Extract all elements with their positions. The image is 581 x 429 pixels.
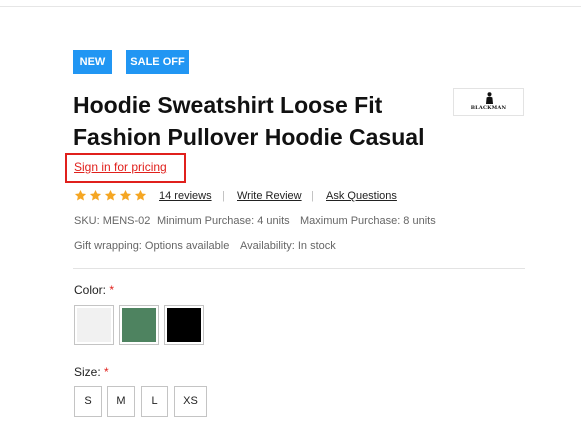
star-icon xyxy=(104,189,117,202)
color-label-text: Color: xyxy=(74,283,107,297)
brand-figure-icon xyxy=(486,92,493,104)
availability-text: Availability: In stock xyxy=(240,240,336,252)
ask-questions-link[interactable]: Ask Questions xyxy=(326,190,397,202)
product-title: Hoodie Sweatshirt Loose Fit Fashion Pull… xyxy=(73,92,425,150)
reviews-link[interactable]: 14 reviews xyxy=(159,190,212,202)
required-marker: * xyxy=(104,365,109,379)
min-purchase-text: Minimum Purchase: 4 units xyxy=(157,215,290,227)
color-swatch-white[interactable] xyxy=(74,305,114,345)
star-icon xyxy=(74,189,87,202)
gift-wrapping-text: Gift wrapping: Options available xyxy=(74,240,230,252)
header-divider xyxy=(0,6,581,7)
color-option-label: Color: * xyxy=(74,283,114,297)
brand-logo[interactable]: BLACKMAN xyxy=(453,88,524,116)
required-marker: * xyxy=(109,283,115,297)
swatch-fill xyxy=(122,308,156,342)
max-purchase-text: Maximum Purchase: 8 units xyxy=(300,215,436,227)
size-label-text: Size: xyxy=(74,365,101,379)
write-review-link[interactable]: Write Review xyxy=(237,190,302,202)
new-badge: NEW xyxy=(73,50,112,74)
size-option-l[interactable]: L xyxy=(141,386,168,417)
sku-text: SKU: MENS-02 xyxy=(74,215,151,227)
separator: | xyxy=(311,190,314,202)
separator: | xyxy=(222,190,225,202)
size-option-xs[interactable]: XS xyxy=(174,386,207,417)
color-swatch-green[interactable] xyxy=(119,305,159,345)
size-option-label: Size: * xyxy=(74,365,109,379)
star-icon xyxy=(134,189,147,202)
size-option-m[interactable]: M xyxy=(107,386,135,417)
sign-in-for-pricing-link[interactable]: Sign in for pricing xyxy=(74,160,167,174)
brand-wordmark: BLACKMAN xyxy=(470,105,507,111)
color-swatch-black[interactable] xyxy=(164,305,204,345)
swatch-fill xyxy=(77,308,111,342)
section-divider xyxy=(73,268,525,269)
sale-badge: SALE OFF xyxy=(126,50,189,74)
swatch-fill xyxy=(167,308,201,342)
size-option-s[interactable]: S xyxy=(74,386,102,417)
star-icon xyxy=(89,189,102,202)
rating-stars xyxy=(74,189,149,203)
star-icon xyxy=(119,189,132,202)
